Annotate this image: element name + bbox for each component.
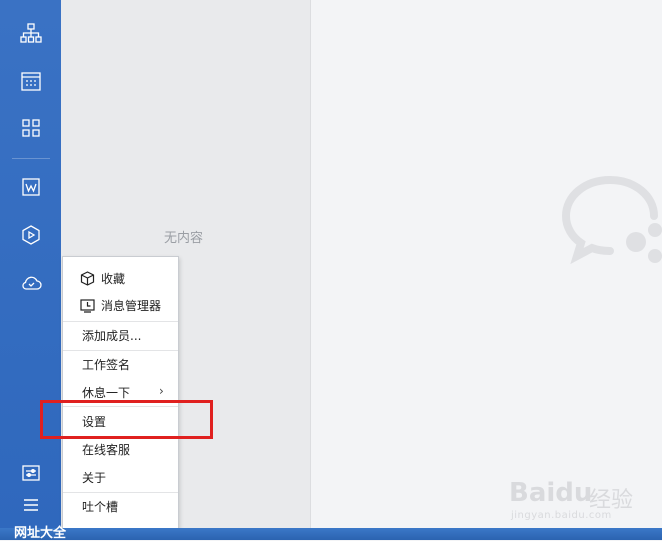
box-icon[interactable]	[18, 222, 44, 248]
menu-label-feedback: 吐个槽	[82, 499, 119, 514]
watermark-url: jingyan.baidu.com	[511, 510, 612, 521]
sidebar	[0, 0, 61, 528]
menu-label-add-member: 添加成员...	[82, 328, 142, 343]
taskbar: 网址大全	[0, 526, 662, 541]
menu-item-work-signature[interactable]: 工作签名	[63, 351, 178, 377]
calendar-icon[interactable]	[18, 68, 44, 94]
taskbar-label[interactable]: 网址大全	[14, 522, 66, 541]
sidebar-divider	[12, 158, 50, 159]
menu-item-message-manager[interactable]: 消息管理器	[63, 292, 178, 318]
hamburger-menu-icon[interactable]	[18, 492, 44, 518]
highlight-annotation	[40, 400, 213, 439]
menu-label-about: 关于	[82, 470, 107, 485]
menu-item-feedback[interactable]: 吐个槽	[63, 493, 178, 519]
apps-grid-icon[interactable]	[18, 115, 44, 141]
chat-bubble-icon	[561, 176, 662, 265]
org-chart-icon[interactable]	[18, 20, 44, 46]
menu-label-message-manager: 消息管理器	[101, 298, 162, 313]
menu-item-add-member[interactable]: 添加成员...	[63, 322, 178, 348]
clock-window-icon	[80, 299, 95, 313]
menu-item-online-support[interactable]: 在线客服	[63, 436, 178, 462]
cube-icon	[80, 271, 95, 286]
main-menu-popup: 收藏 消息管理器 添加成员... 工作签名 休息一下 › 设置 在线客服 关于 …	[62, 256, 179, 529]
menu-label-online-support: 在线客服	[82, 442, 131, 457]
baidu-watermark: Baidu 经验 jingyan.baidu.com	[505, 470, 655, 525]
menu-item-about[interactable]: 关于	[63, 464, 178, 490]
document-icon[interactable]	[18, 174, 44, 200]
menu-label-work-signature: 工作签名	[82, 357, 131, 372]
chevron-right-icon: ›	[159, 384, 164, 398]
watermark-brand: Baidu	[509, 478, 593, 508]
menu-item-favorites[interactable]: 收藏	[63, 265, 178, 291]
settings-sliders-icon[interactable]	[18, 460, 44, 486]
menu-label-favorites: 收藏	[101, 271, 126, 286]
menu-label-take-break: 休息一下	[82, 385, 131, 400]
cloud-icon[interactable]	[18, 270, 44, 296]
empty-placeholder: 无内容	[164, 231, 204, 246]
